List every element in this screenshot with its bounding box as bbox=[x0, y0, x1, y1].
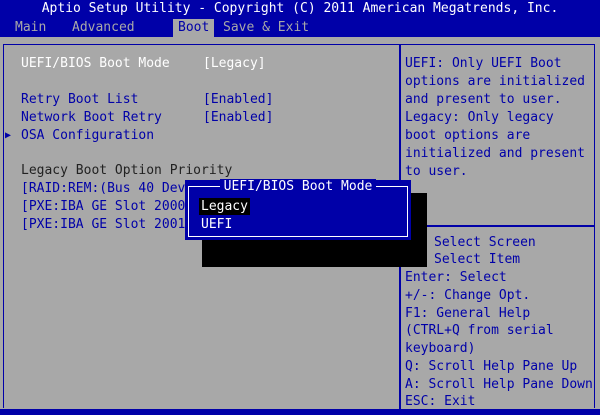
tab-save-exit[interactable]: Save & Exit bbox=[218, 19, 314, 37]
key-help-line: (CTRL+Q from serial bbox=[405, 323, 554, 338]
network-boot-retry-label[interactable]: Network Boot Retry bbox=[21, 109, 162, 127]
submenu-arrow-icon: ▶ bbox=[5, 130, 12, 141]
key-help-line: F1: General Help bbox=[405, 306, 531, 321]
retry-boot-list-label[interactable]: Retry Boot List bbox=[21, 91, 138, 109]
help-line: Legacy: Only legacy bbox=[405, 110, 554, 125]
tab-main[interactable]: Main bbox=[10, 19, 51, 37]
boot-mode-value[interactable]: [Legacy] bbox=[203, 55, 266, 73]
setup-panel: UEFI/BIOS Boot Mode [Legacy] Retry Boot … bbox=[0, 37, 600, 409]
help-line: boot options are bbox=[405, 128, 531, 143]
tab-boot[interactable]: Boot bbox=[173, 19, 215, 37]
osa-configuration-item[interactable]: OSA Configuration bbox=[21, 127, 154, 145]
key-help-line: Select Screen bbox=[434, 235, 536, 250]
boot-option-3[interactable]: [PXE:IBA GE Slot 2001 bbox=[21, 216, 185, 234]
boot-mode-label[interactable]: UEFI/BIOS Boot Mode bbox=[21, 55, 170, 73]
dialog-option-legacy[interactable]: Legacy bbox=[199, 198, 250, 215]
help-line: initialized and present bbox=[405, 146, 586, 161]
help-line: and present to user. bbox=[405, 92, 562, 107]
boot-option-2[interactable]: [PXE:IBA GE Slot 2000 bbox=[21, 198, 185, 216]
window-title: Aptio Setup Utility - Copyright (C) 2011… bbox=[0, 0, 600, 19]
dialog-option-uefi[interactable]: UEFI bbox=[199, 216, 234, 233]
key-help-line: Select Item bbox=[434, 252, 521, 267]
tab-advanced[interactable]: Advanced bbox=[67, 19, 140, 37]
dialog-title-text: UEFI/BIOS Boot Mode bbox=[219, 179, 377, 194]
help-line: options are initialized bbox=[405, 74, 586, 89]
key-help-line: +/-: Change Opt. bbox=[405, 288, 531, 303]
key-help-line: Q: Scroll Help Pane Up bbox=[405, 359, 578, 374]
help-line: UEFI: Only UEFI Boot bbox=[405, 56, 562, 71]
boot-mode-dialog: UEFI/BIOS Boot Mode Legacy UEFI bbox=[185, 178, 411, 240]
network-boot-retry-value[interactable]: [Enabled] bbox=[203, 109, 273, 127]
key-help-line: keyboard) bbox=[405, 341, 476, 356]
key-help-line: Enter: Select bbox=[405, 270, 507, 285]
menu-tabs: Main Advanced Boot Save & Exit bbox=[0, 19, 600, 37]
bottom-bar bbox=[0, 409, 600, 415]
key-help-line: A: Scroll Help Pane Down bbox=[405, 377, 593, 392]
dialog-title: UEFI/BIOS Boot Mode bbox=[185, 178, 411, 196]
help-separator bbox=[401, 225, 595, 227]
help-line: to user. bbox=[405, 164, 468, 179]
boot-option-1[interactable]: [RAID:REM:(Bus 40 Dev bbox=[21, 180, 185, 198]
retry-boot-list-value[interactable]: [Enabled] bbox=[203, 91, 273, 109]
